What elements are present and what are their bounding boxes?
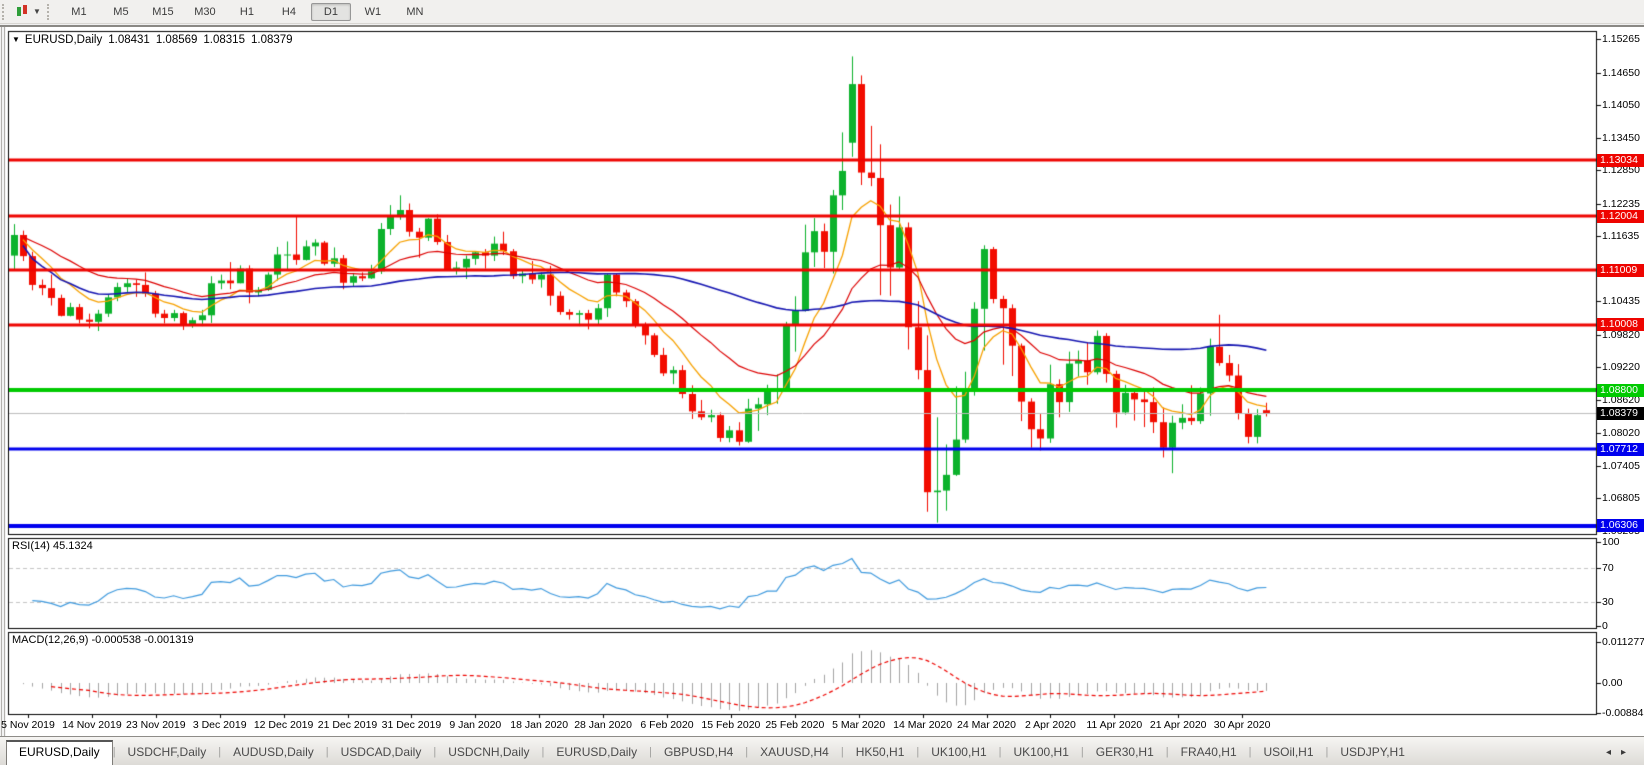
hline-price-badge: 1.10008 [1597,318,1644,331]
date-tick-label: 11 Apr 2020 [1086,719,1142,731]
chart-tabs: EURUSD,Daily|USDCHF,Daily|AUDUSD,Daily|U… [6,741,1417,765]
ohlc-open: 1.08431 [108,34,150,46]
timeframe-buttons: M1M5M15M30H1H4D1W1MN [58,3,436,21]
hline-price-badge: 1.11009 [1597,264,1644,277]
date-tick-label: 2 Apr 2020 [1025,719,1076,731]
collapse-caret-icon[interactable]: ▼ [12,35,20,44]
chart-tab-eurusd-daily[interactable]: EURUSD,Daily [544,741,649,765]
price-tick-label: 1.09220 [1602,361,1640,373]
price-tick-label: 1.14650 [1602,67,1640,79]
rsi-tick-label: 30 [1602,596,1614,608]
date-tick-label: 24 Mar 2020 [957,719,1016,731]
hline-price-badge: 1.12004 [1597,210,1644,223]
hline-price-badge: 1.13034 [1597,154,1644,167]
date-tick-label: 14 Mar 2020 [893,719,952,731]
toolbar-separator [47,4,52,20]
hline-price-badge: 1.08800 [1597,384,1644,397]
trading-terminal-window: ▼ M1M5M15M30H1H4D1W1MN ▼ EURUSD,Daily 1.08… [0,0,1644,765]
date-tick-label: 14 Nov 2019 [62,719,122,731]
chart-tab-xauusd-h4[interactable]: XAUUSD,H4 [748,741,841,765]
date-tick-label: 28 Jan 2020 [574,719,632,731]
date-tick-label: 5 Mar 2020 [832,719,885,731]
chart-canvas[interactable] [0,27,1644,765]
timeframes-toolbar: ▼ M1M5M15M30H1H4D1W1MN [0,0,1644,24]
date-tick-label: 31 Dec 2019 [382,719,442,731]
chart-periods-icon[interactable] [15,5,31,19]
price-tick-label: 1.12235 [1602,198,1640,210]
date-tick-label: 5 Nov 2019 [1,719,55,731]
date-tick-label: 30 Apr 2020 [1214,719,1271,731]
price-tick-label: 1.15265 [1602,33,1640,45]
tab-scroll-left-icon[interactable]: ◂ [1606,747,1621,758]
timeframe-button-W1[interactable]: W1 [353,3,393,21]
chart-tab-usdcad-daily[interactable]: USDCAD,Daily [329,741,434,765]
tab-scroll-arrows: ◂▸ [1606,747,1636,758]
macd-tick-label: 0.011277 [1602,636,1644,648]
ohlc-high: 1.08569 [156,34,198,46]
timeframe-button-M5[interactable]: M5 [101,3,141,21]
rsi-tick-label: 0 [1602,620,1608,632]
timeframe-button-H1[interactable]: H1 [227,3,267,21]
ohlc-close: 1.08379 [251,34,293,46]
date-tick-label: 9 Jan 2020 [449,719,501,731]
ohlc-low: 1.08315 [203,34,245,46]
chart-window: ▼ EURUSD,Daily 1.08431 1.08569 1.08315 1.0837… [0,25,1644,765]
chart-tab-uk100-h1[interactable]: UK100,H1 [1002,741,1081,765]
chart-tab-ger30-h1[interactable]: GER30,H1 [1084,741,1166,765]
chart-tab-audusd-daily[interactable]: AUDUSD,Daily [221,741,326,765]
symbol-period-label: EURUSD,Daily [25,34,102,46]
price-tick-label: 1.13450 [1602,132,1640,144]
toolbar-grip[interactable] [2,4,7,20]
date-tick-label: 12 Dec 2019 [254,719,314,731]
price-tick-label: 1.08020 [1602,427,1640,439]
chart-title: ▼ EURUSD,Daily 1.08431 1.08569 1.08315 1.0837… [12,34,293,46]
chart-tab-hk50-h1[interactable]: HK50,H1 [844,741,917,765]
chart-tab-uk100-h1[interactable]: UK100,H1 [919,741,998,765]
hline-price-badge: 1.06306 [1597,519,1644,532]
price-tick-label: 1.06805 [1602,492,1640,504]
date-tick-label: 21 Dec 2019 [318,719,378,731]
timeframe-button-H4[interactable]: H4 [269,3,309,21]
chart-tab-usdjpy-h1[interactable]: USDJPY,H1 [1328,741,1416,765]
timeframe-button-M1[interactable]: M1 [59,3,99,21]
current-price-badge: 1.08379 [1597,407,1644,420]
tab-scroll-right-icon[interactable]: ▸ [1621,747,1636,758]
date-tick-label: 15 Feb 2020 [701,719,760,731]
chart-tabs-bar: EURUSD,Daily|USDCHF,Daily|AUDUSD,Daily|U… [0,736,1644,765]
rsi-tick-label: 100 [1602,536,1620,548]
timeframe-button-M15[interactable]: M15 [143,3,183,21]
chart-tab-usoil-h1[interactable]: USOil,H1 [1252,741,1326,765]
macd-tick-label: -0.008845 [1602,707,1644,719]
price-tick-label: 1.07405 [1602,460,1640,472]
toolbar-dropdown-caret-icon[interactable]: ▼ [33,7,41,16]
chart-tab-eurusd-daily[interactable]: EURUSD,Daily [6,740,113,765]
chart-tab-usdcnh-daily[interactable]: USDCNH,Daily [436,741,541,765]
macd-indicator-label: MACD(12,26,9) -0.000538 -0.001319 [12,634,194,646]
rsi-tick-label: 70 [1602,562,1614,574]
chart-tab-usdchf-daily[interactable]: USDCHF,Daily [116,741,219,765]
price-tick-label: 1.11635 [1602,230,1639,242]
rsi-indicator-label: RSI(14) 45.1324 [12,540,93,552]
timeframe-button-MN[interactable]: MN [395,3,435,21]
date-tick-label: 25 Feb 2020 [765,719,824,731]
date-tick-label: 23 Nov 2019 [126,719,186,731]
hline-price-badge: 1.07712 [1597,443,1644,456]
date-tick-label: 18 Jan 2020 [510,719,568,731]
chart-tab-fra40-h1[interactable]: FRA40,H1 [1169,741,1249,765]
timeframe-button-D1[interactable]: D1 [311,3,351,21]
chart-tab-gbpusd-h4[interactable]: GBPUSD,H4 [652,741,745,765]
macd-tick-label: 0.00 [1602,677,1622,689]
date-tick-label: 3 Dec 2019 [193,719,247,731]
date-tick-label: 6 Feb 2020 [640,719,693,731]
price-tick-label: 1.14050 [1602,99,1640,111]
timeframe-button-M30[interactable]: M30 [185,3,225,21]
date-tick-label: 21 Apr 2020 [1150,719,1207,731]
price-tick-label: 1.10435 [1602,295,1640,307]
